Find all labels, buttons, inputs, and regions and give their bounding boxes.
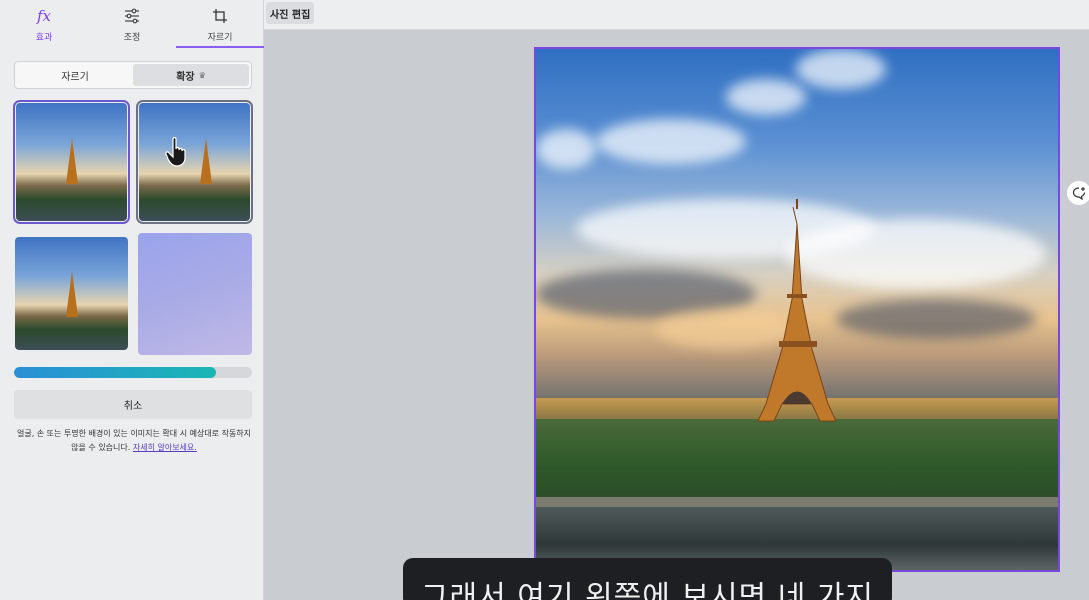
tab-effects[interactable]: fx 효과 (0, 0, 88, 48)
fx-icon: fx (36, 7, 51, 25)
crop-segment-label: 자르기 (61, 71, 89, 83)
thumbnail-image (139, 103, 250, 221)
tab-adjust-label: 조정 (123, 33, 141, 43)
expand-result-thumbnail-1[interactable] (13, 100, 130, 224)
eiffel-tower-mini (199, 138, 212, 185)
generation-progress-bar (14, 367, 252, 378)
panel-tabs: fx 효과 조정 자르기 (0, 0, 264, 48)
learn-more-link[interactable]: 자세히 알아보세요. (133, 443, 197, 452)
tab-effects-label: 효과 (35, 33, 53, 43)
selected-photo[interactable] (534, 47, 1060, 572)
edit-photo-label: 사진 편집 (270, 9, 311, 21)
crop-expand-toggle: 자르기 확장 ♛ (14, 61, 252, 89)
expand-segment-button[interactable]: 확장 ♛ (133, 64, 249, 86)
subtitle-text: 그래서 여기 왼쪽에 보시면 네 가지 (420, 580, 875, 600)
crop-icon (212, 6, 228, 26)
progress-fill (14, 367, 217, 378)
comment-add-icon[interactable] (1066, 180, 1089, 206)
video-subtitle: 그래서 여기 왼쪽에 보시면 네 가지 (403, 558, 892, 600)
edit-photo-button[interactable]: 사진 편집 (266, 2, 315, 24)
side-panel: fx 효과 조정 자르기 자르기 확장 ♛ 취소 얼굴, 손 또는 투명한 배경… (0, 0, 264, 600)
crop-segment-button[interactable]: 자르기 (17, 64, 133, 86)
expand-warning-note: 얼굴, 손 또는 투명한 배경이 있는 이미지는 확대 시 예상대로 작동하지 … (14, 427, 254, 455)
expand-result-thumbnail-3[interactable] (15, 237, 128, 350)
cancel-label: 취소 (123, 401, 143, 412)
cancel-button[interactable]: 취소 (14, 390, 252, 419)
tab-adjust[interactable]: 조정 (88, 0, 176, 48)
crown-icon: ♛ (198, 70, 206, 80)
loading-placeholder (138, 233, 252, 355)
expand-segment-label: 확장 (176, 71, 195, 83)
tab-crop[interactable]: 자르기 (176, 0, 264, 48)
top-toolbar: 사진 편집 (264, 0, 1089, 30)
eiffel-tower-mini (65, 270, 78, 317)
tab-crop-label: 자르기 (207, 33, 233, 43)
hand-cursor-icon (165, 137, 186, 167)
expand-result-thumbnail-2[interactable] (136, 100, 253, 224)
eiffel-tower-mini (65, 138, 78, 185)
sliders-icon (124, 6, 140, 26)
expand-result-thumbnail-4-loading[interactable] (138, 233, 252, 355)
